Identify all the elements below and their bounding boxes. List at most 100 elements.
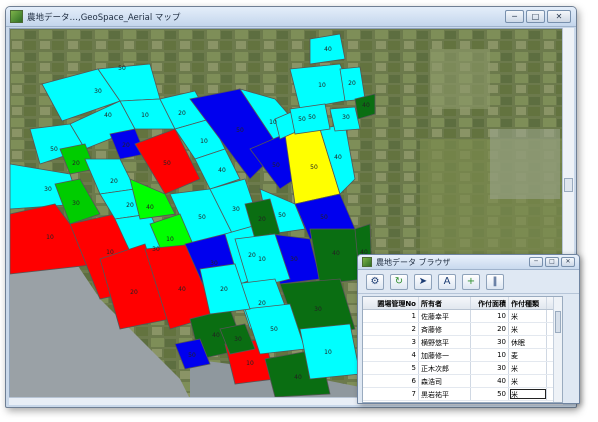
- cell-owner: 斉藤修: [419, 323, 471, 335]
- cell-crop: 麦: [509, 349, 547, 361]
- maximize-button[interactable]: □: [526, 10, 545, 23]
- column-header-no[interactable]: 圃場管理No: [363, 297, 419, 309]
- cell-area: 10: [471, 310, 509, 322]
- parcel-label: 10: [269, 119, 277, 126]
- cell-area: 40: [471, 375, 509, 387]
- parcel-label: 50: [118, 65, 126, 72]
- parcel-label: 20: [130, 289, 138, 296]
- parcel-label: 50: [310, 164, 318, 171]
- title-bar[interactable]: 農地データ…,GeoSpace_Aerial マップ ─ □ ✕: [6, 7, 576, 27]
- table-row[interactable]: 4 加藤修一 10 麦: [363, 349, 562, 362]
- browser-window-controls: ─ □ ✕: [529, 257, 575, 267]
- parcel-label: 40: [334, 154, 342, 161]
- pointer-icon[interactable]: ➤: [414, 273, 432, 290]
- browser-title-bar[interactable]: 農地データ ブラウザ ─ □ ✕: [358, 255, 579, 270]
- parcel-label: 50: [163, 160, 171, 167]
- parcel-label: 50: [320, 214, 328, 221]
- cell-no: 1: [363, 310, 419, 322]
- parcel-label: 20: [110, 178, 118, 185]
- table-row[interactable]: 2 斉藤修 20 米: [363, 323, 562, 336]
- cell-no: 2: [363, 323, 419, 335]
- parcel-label: 20: [348, 80, 356, 87]
- parcel-label: 40: [146, 204, 154, 211]
- parcel-label: 50: [188, 352, 196, 359]
- attribute-table[interactable]: 圃場管理No 所有者 作付面積 作付種類 1 佐藤幸平 10 米 2 斉藤修 20 米 3横…: [362, 296, 563, 403]
- parcel-label: 50: [236, 127, 244, 134]
- parcel-label: 50: [272, 162, 280, 169]
- column-header-owner[interactable]: 所有者: [419, 297, 471, 309]
- parcel-label: 50: [198, 214, 206, 221]
- cell-owner: 黒岩祐平: [419, 388, 471, 400]
- parcel-label: 30: [232, 206, 240, 213]
- field-strip: [490, 129, 560, 199]
- parcel-label: 40: [212, 332, 220, 339]
- cell-crop-selected[interactable]: 米: [509, 388, 547, 400]
- parcel-label: 40: [218, 167, 226, 174]
- window-controls: ─ □ ✕: [505, 10, 571, 23]
- parcel-label: 50: [50, 146, 58, 153]
- table-scrollbar[interactable]: [553, 297, 562, 402]
- parcel-label: 40: [294, 374, 302, 381]
- parcel-label: 50: [298, 116, 306, 123]
- parcel-label: 20: [126, 202, 134, 209]
- info-icon[interactable]: ‖: [486, 273, 504, 290]
- cell-owner: 正木次郎: [419, 362, 471, 374]
- minimize-button[interactable]: ─: [529, 257, 543, 267]
- maximize-button[interactable]: □: [545, 257, 559, 267]
- cell-area: 30: [471, 336, 509, 348]
- parcel-label: 30: [234, 336, 242, 343]
- add-record-icon[interactable]: +: [462, 273, 480, 290]
- column-header-area[interactable]: 作付面積: [471, 297, 509, 309]
- cell-no: 6: [363, 375, 419, 387]
- parcel-label: 30: [342, 114, 350, 121]
- parcel-label: 10: [106, 249, 114, 256]
- refresh-icon[interactable]: ↻: [390, 273, 408, 290]
- cell-area: 20: [471, 323, 509, 335]
- parcel-label: 20: [258, 300, 266, 307]
- parcel-label: 30: [290, 256, 298, 263]
- cell-crop: 米: [509, 323, 547, 335]
- scroll-thumb[interactable]: [564, 178, 573, 192]
- parcel-label: 50: [270, 326, 278, 333]
- cell-no: 5: [363, 362, 419, 374]
- parcel-label: 10: [246, 360, 254, 367]
- window-title: 農地データ…,GeoSpace_Aerial マップ: [27, 13, 181, 23]
- table-header: 圃場管理No 所有者 作付面積 作付種類: [363, 297, 562, 310]
- scroll-thumb[interactable]: [555, 311, 561, 333]
- data-browser-window: 農地データ ブラウザ ─ □ ✕ ⚙ ↻ ➤ A + ‖ 圃場管理No 所有者 …: [357, 254, 580, 404]
- minimize-button[interactable]: ─: [505, 10, 524, 23]
- filter-icon[interactable]: ⚙: [366, 273, 384, 290]
- parcel-label: 20: [258, 216, 266, 223]
- parcel-label: 10: [141, 112, 149, 119]
- parcel-label: 30: [314, 306, 322, 313]
- parcel-label: 10: [166, 236, 174, 243]
- table-row[interactable]: 3 横野悠平 30 休眠: [363, 336, 562, 349]
- cell-area: 30: [471, 362, 509, 374]
- field-strip: [430, 49, 490, 109]
- app-icon: [10, 10, 23, 23]
- close-button[interactable]: ✕: [561, 257, 575, 267]
- table-row[interactable]: 5 正木次郎 30 米: [363, 362, 562, 375]
- parcel-label: 30: [152, 246, 160, 253]
- close-button[interactable]: ✕: [547, 10, 571, 23]
- table-row[interactable]: 7 黒岩祐平 50 米: [363, 388, 562, 401]
- cell-owner: 佐藤幸平: [419, 310, 471, 322]
- parcel-label: 30: [94, 88, 102, 95]
- parcel-label: 40: [324, 46, 332, 53]
- cell-area: 10: [471, 349, 509, 361]
- cell-no: 7: [363, 388, 419, 400]
- parcel-label: 20: [72, 160, 80, 167]
- table-row[interactable]: 6 森浩司 40 米: [363, 375, 562, 388]
- parcel-label: 40: [104, 112, 112, 119]
- app-icon: [362, 257, 372, 267]
- table-row[interactable]: 1 佐藤幸平 10 米: [363, 310, 562, 323]
- parcel-label: 40: [178, 286, 186, 293]
- cell-owner: 森浩司: [419, 375, 471, 387]
- cell-no: 4: [363, 349, 419, 361]
- text-style-icon[interactable]: A: [438, 273, 456, 290]
- cell-no: 3: [363, 336, 419, 348]
- parcel-label: 20: [248, 252, 256, 259]
- column-header-crop[interactable]: 作付種類: [509, 297, 547, 309]
- parcel-label: 10: [46, 234, 54, 241]
- parcel-label: 10: [258, 256, 266, 263]
